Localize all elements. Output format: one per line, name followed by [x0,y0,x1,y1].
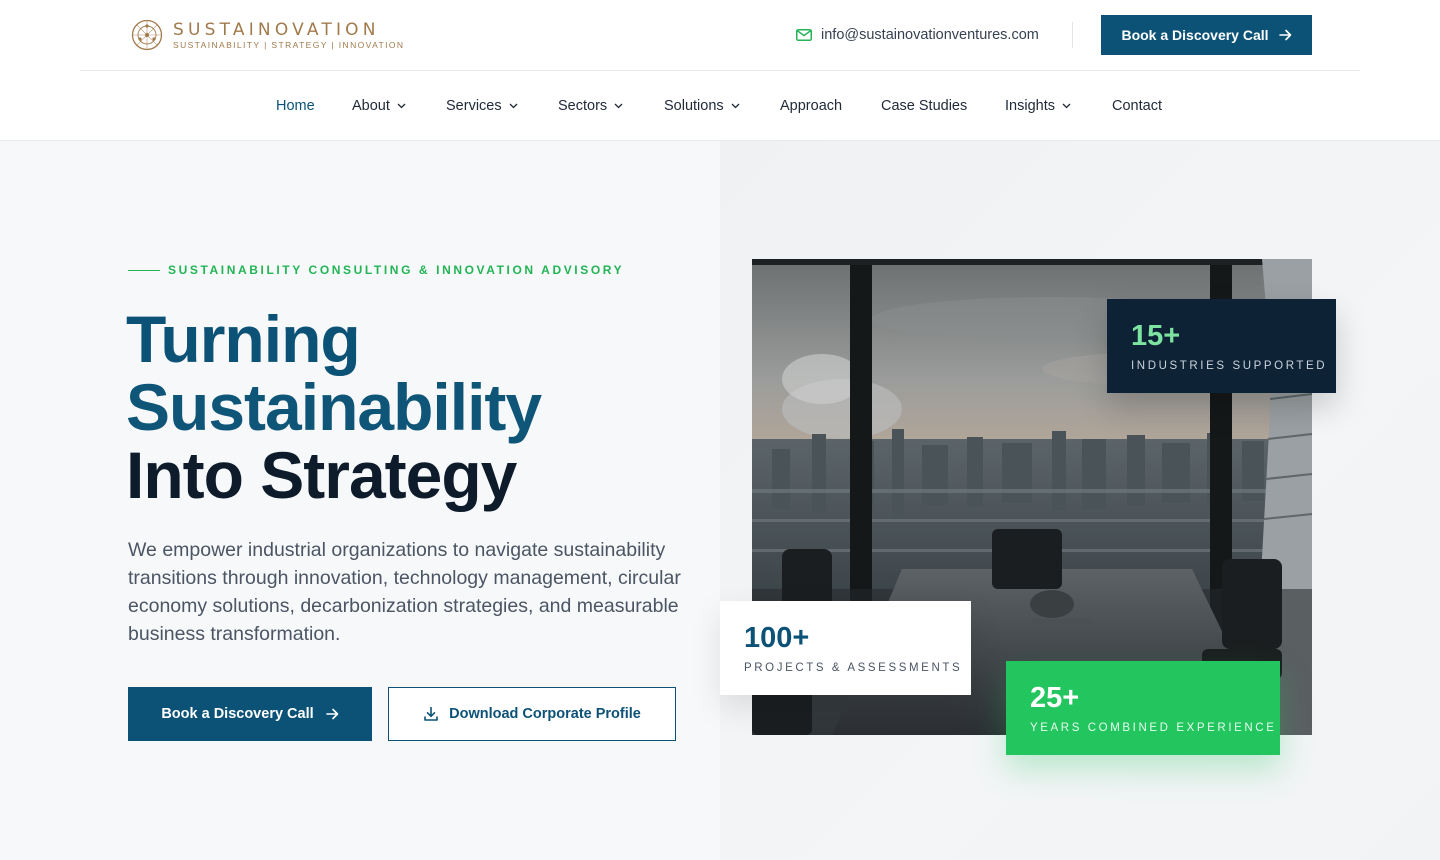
brand-tagline: SUSTAINABILITY | STRATEGY | INNOVATION [173,39,405,50]
chevron-down-icon [614,103,623,109]
stat-label: INDUSTRIES SUPPORTED [1131,360,1328,372]
nav-item-approach[interactable]: Approach [780,71,842,141]
logo-mark-icon [131,19,163,51]
nav-item-case-studies[interactable]: Case Studies [881,71,967,141]
chevron-down-icon [731,103,740,109]
contact-email-link[interactable]: info@sustainovationventures.com [796,24,1039,46]
nav-item-label: Approach [780,98,843,114]
eyebrow-line [128,269,160,271]
nav-item-label: Services [446,98,502,114]
headline-line-2: Sustainability [126,370,542,444]
nav-item-about[interactable]: About [352,71,406,141]
mail-icon [796,29,812,41]
download-profile-label: Download Corporate Profile [449,706,641,722]
stat-card-experience: 25+ YEARS COMBINED EXPERIENCE [1006,661,1280,755]
nav-item-label: Insights [1005,98,1055,114]
eyebrow-text: SUSTAINABILITY CONSULTING & INNOVATION A… [168,263,625,277]
nav-item-label: Home [276,98,315,114]
download-profile-button[interactable]: Download Corporate Profile [388,687,676,741]
contact-email: info@sustainovationventures.com [821,27,1039,43]
stat-card-industries: 15+ INDUSTRIES SUPPORTED [1107,299,1336,393]
stat-card-projects: 100+ PROJECTS & ASSESSMENTS [720,601,971,695]
brand-logo[interactable]: SUSTAINOVATION SUSTAINABILITY | STRATEGY… [130,16,404,54]
stat-value: 25+ [1030,682,1080,714]
stat-value: 100+ [744,622,810,654]
header-book-call-label: Book a Discovery Call [1121,27,1269,43]
hero-headline: Turning Sustainability Into Strategy [126,305,706,509]
chevron-down-icon [509,103,518,109]
header-book-call-button[interactable]: Book a Discovery Call [1101,15,1312,55]
main-nav: Home About Services Sectors Solutions Ap… [0,71,1440,141]
headline-line-1: Turning [126,302,361,376]
stat-label: PROJECTS & ASSESSMENTS [744,662,963,674]
stat-label: YEARS COMBINED EXPERIENCE [1030,722,1277,734]
nav-item-label: Case Studies [881,98,968,114]
download-icon [424,706,438,721]
nav-item-sectors[interactable]: Sectors [558,71,623,141]
arrow-right-icon [1278,29,1291,41]
hero-book-call-label: Book a Discovery Call [161,706,314,722]
nav-item-label: Solutions [664,98,724,114]
arrow-right-icon [325,708,338,720]
stat-value: 15+ [1131,320,1181,352]
nav-item-contact[interactable]: Contact [1112,71,1162,141]
nav-item-label: Sectors [558,98,608,114]
top-bar: SUSTAINOVATION SUSTAINABILITY | STRATEGY… [0,0,1440,71]
hero-eyebrow: SUSTAINABILITY CONSULTING & INNOVATION A… [128,262,624,278]
brand-name: SUSTAINOVATION [173,19,380,40]
nav-item-services[interactable]: Services [446,71,518,141]
nav-item-label: Contact [1112,98,1162,114]
nav-item-solutions[interactable]: Solutions [664,71,740,141]
headline-line-3: Into Strategy [126,438,517,512]
chevron-down-icon [1062,103,1071,109]
nav-item-home[interactable]: Home [276,71,315,141]
hero-lead-text: We empower industrial organizations to n… [128,539,681,645]
header-divider [1072,22,1073,48]
nav-item-label: About [352,98,390,114]
hero-book-call-button[interactable]: Book a Discovery Call [128,687,372,741]
chevron-down-icon [397,103,406,109]
nav-item-insights[interactable]: Insights [1005,71,1071,141]
